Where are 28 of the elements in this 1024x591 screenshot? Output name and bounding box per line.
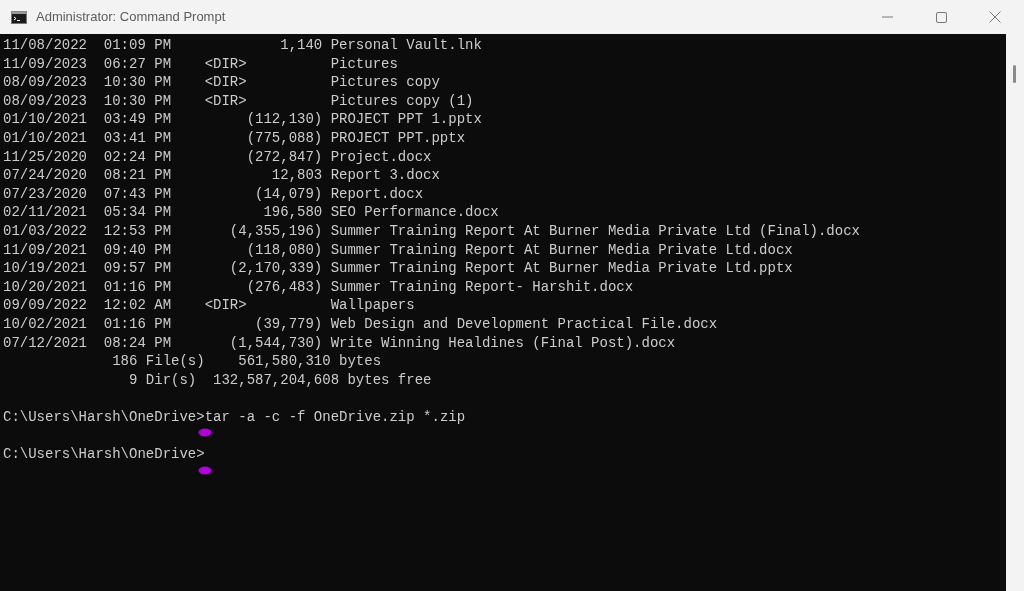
console-line: 10/02/2021 01:16 PM (39,779) Web Design and Development Practical File.docx [3,315,718,332]
console-line: 11/08/2022 01:09 PM 1,140 Personal Vault.lnk [3,37,482,53]
marker-icon [197,465,212,475]
console-line: 01/03/2022 12:53 PM (4,355,196) Summer Training Report At Burner Media Private Ltd (Final).docx [3,222,860,239]
close-icon [989,11,1001,23]
marker-icon [197,428,212,438]
console-line: 186 File(s) 561,580,310 bytes [111,353,382,370]
console-line: 01/10/2021 03:49 PM (112,130) PROJECT PPT 1.pptx [3,111,482,128]
console-line: 9 Dir(s) 132,587,204,608 bytes free [128,371,432,388]
window-title: Administrator: Command Prompt [36,8,226,27]
command-line: C:\Users\Harsh\OneDrive>tar -a -c -f OneDrive.zip *.zip [3,407,466,427]
console-line: 11/09/2023 06:27 PM <DIR> Pictures [3,55,398,72]
console-line: 11/09/2021 09:40 PM (118,080) Summer Training Report At Burner Media Private Ltd.docx [3,241,793,258]
console-line: 02/11/2021 05:34 PM 196,580 SEO Performance.docx [3,204,499,221]
console-line: 10/20/2021 01:16 PM (276,483) Summer Training Report- Harshit.docx [3,278,634,295]
command-line: C:\Users\Harsh\OneDrive> [3,445,205,464]
console-icon [11,10,27,24]
console-line: 08/09/2023 10:30 PM <DIR> Pictures copy [3,74,440,91]
maximize-icon [935,11,947,23]
console-line: 07/12/2021 08:24 PM (1,544,730) Write Winning Healdines (Final Post).docx [3,334,676,351]
minimize-icon [881,16,893,18]
console-line: 10/19/2021 09:57 PM (2,170,339) Summer Training Report At Burner Media Private Ltd.pptx [3,260,793,277]
console-line: 08/09/2023 10:30 PM <DIR> Pictures copy (1) [3,92,474,109]
console-line: 07/23/2020 07:43 PM (14,079) Report.docx [3,185,424,202]
console-line: 01/10/2021 03:41 PM (775,088) PROJECT PPT.pptx [3,129,466,146]
console-line: 09/09/2022 12:02 AM <DIR> Wallpapers [3,297,415,314]
console-line: 07/24/2020 08:21 PM 12,803 Report 3.docx [3,167,440,184]
console-line: 11/25/2020 02:24 PM (272,847) Project.docx [3,148,432,165]
